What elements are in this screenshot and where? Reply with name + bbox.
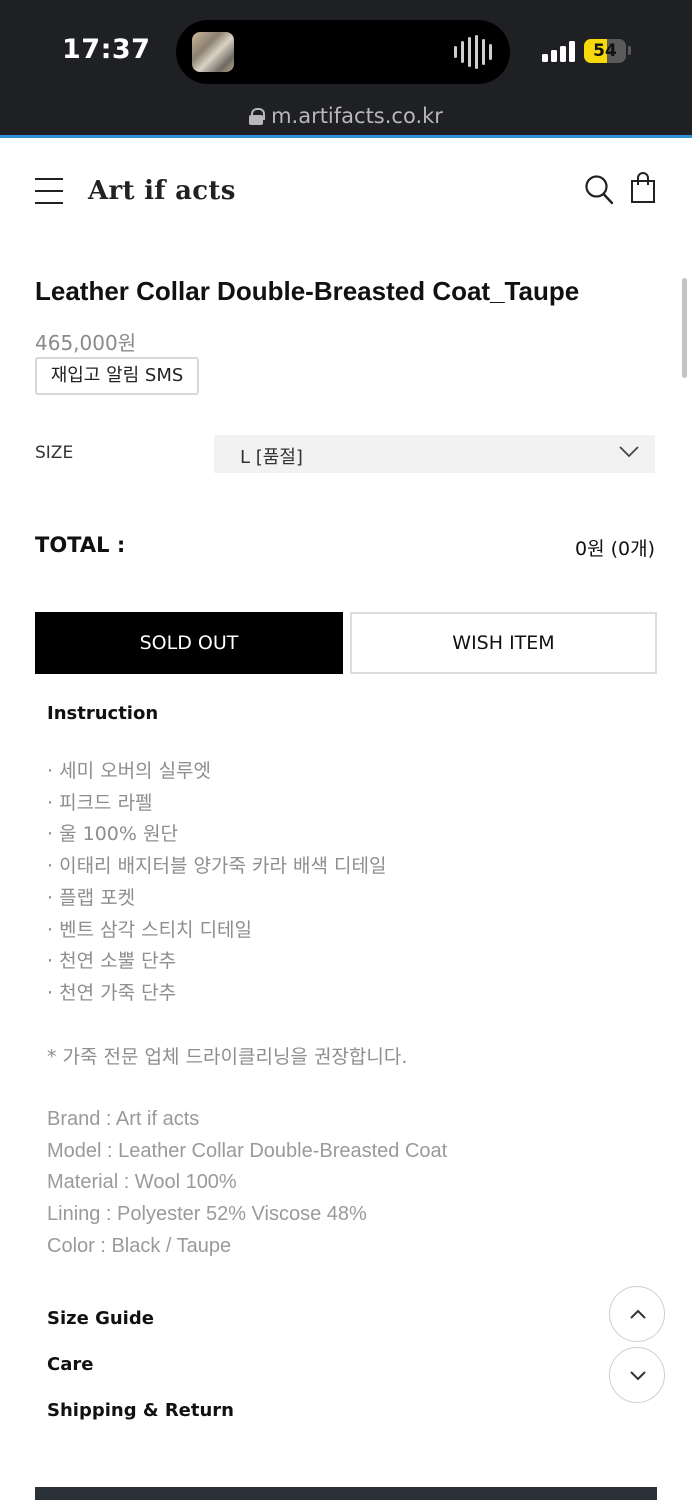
chevron-up-icon xyxy=(630,1309,646,1319)
feature-item: 울 100% 원단 xyxy=(47,819,386,851)
scroll-bottom-button[interactable] xyxy=(609,1347,665,1403)
feature-item: 세미 오버의 실루엣 xyxy=(47,756,386,788)
feature-item: 피크드 라펠 xyxy=(47,788,386,820)
dynamic-island[interactable] xyxy=(176,20,510,84)
size-selected-value: L [품절] xyxy=(240,447,303,468)
care-note: * 가죽 전문 업체 드라이클리닝을 권장합니다. xyxy=(47,1046,408,1068)
audio-waveform-icon xyxy=(454,35,492,69)
status-time: 17:37 xyxy=(62,34,151,65)
total-label: TOTAL : xyxy=(35,533,126,557)
spec-lining: Lining : Polyester 52% Viscose 48% xyxy=(47,1203,367,1226)
product-image-preview xyxy=(35,1487,657,1500)
url-text: m.artifacts.co.kr xyxy=(271,104,443,128)
page-scrollbar[interactable] xyxy=(682,278,687,378)
now-playing-thumbnail xyxy=(192,32,234,72)
feature-list: 세미 오버의 실루엣 피크드 라펠 울 100% 원단 이태리 배지터블 양가죽… xyxy=(47,756,386,1010)
product-price: 465,000원 xyxy=(35,331,137,355)
chevron-down-icon xyxy=(630,1371,646,1381)
restock-sms-button[interactable]: 재입고 알림 SMS xyxy=(35,357,199,395)
battery-icon: 54 xyxy=(584,39,626,63)
feature-item: 천연 소뿔 단추 xyxy=(47,946,386,978)
feature-item: 플랩 포켓 xyxy=(47,883,386,915)
care-heading[interactable]: Care xyxy=(47,1354,93,1375)
feature-item: 이태리 배지터블 양가죽 카라 배색 디테일 xyxy=(47,851,386,883)
shipping-return-heading[interactable]: Shipping & Return xyxy=(47,1400,234,1421)
size-guide-heading[interactable]: Size Guide xyxy=(47,1308,154,1329)
feature-item: 천연 가죽 단추 xyxy=(47,978,386,1010)
chevron-down-icon xyxy=(619,446,639,458)
spec-list: Brand : Art if acts Model : Leather Coll… xyxy=(47,1104,447,1263)
shopping-bag-icon[interactable] xyxy=(630,172,656,204)
total-value: 0원 (0개) xyxy=(574,538,655,560)
battery-percent: 54 xyxy=(593,41,617,61)
spec-brand: Brand : Art if acts xyxy=(47,1108,200,1130)
battery-cap xyxy=(628,46,631,55)
hamburger-menu-icon[interactable] xyxy=(35,178,63,204)
search-icon[interactable] xyxy=(584,174,614,206)
feature-item: 벤트 삼각 스티치 디테일 xyxy=(47,915,386,947)
browser-url-bar[interactable]: m.artifacts.co.kr xyxy=(0,100,692,138)
size-label: SIZE xyxy=(35,443,74,463)
lock-icon xyxy=(249,108,266,125)
spec-model: Model : Leather Collar Double-Breasted C… xyxy=(47,1139,448,1162)
sold-out-button[interactable]: SOLD OUT xyxy=(35,612,343,674)
instruction-heading[interactable]: Instruction xyxy=(47,703,158,724)
product-title: Leather Collar Double-Breasted Coat_Taup… xyxy=(35,276,580,306)
cellular-signal-icon xyxy=(542,40,576,62)
url-display[interactable]: m.artifacts.co.kr xyxy=(0,104,692,128)
site-logo[interactable]: Art if acts xyxy=(88,176,236,206)
spec-color: Color : Black / Taupe xyxy=(47,1234,232,1257)
scroll-top-button[interactable] xyxy=(609,1286,665,1342)
wish-item-button[interactable]: WISH ITEM xyxy=(350,612,657,674)
size-select[interactable]: L [품절] xyxy=(214,435,655,473)
spec-material: Material : Wool 100% xyxy=(47,1171,237,1194)
status-bar: 17:37 54 xyxy=(0,0,692,100)
